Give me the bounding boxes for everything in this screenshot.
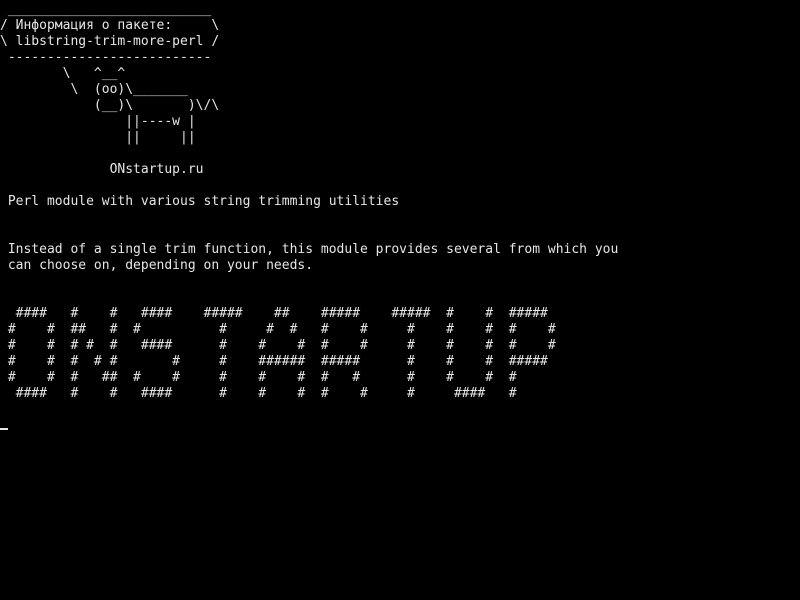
ascii-banner-row: #### # # #### ##### ## ##### ##### # # #… xyxy=(0,306,548,321)
ascii-banner-row: # # # # # # # ###### ##### # # # ##### xyxy=(0,354,548,369)
ascii-banner-row: #### # # #### # # # # # # #### # xyxy=(0,386,517,401)
ascii-banner-row: # # ## # # # # # # # # # # # # xyxy=(0,322,556,337)
package-description-line: Instead of a single trim function, this … xyxy=(0,242,619,257)
package-summary: Perl module with various string trimming… xyxy=(0,194,400,209)
speech-bubble-title: / Информация о пакете: \ xyxy=(0,18,220,33)
ascii-banner-row: # # # ## # # # # # # # # # # # xyxy=(0,370,517,385)
ascii-cow-line: ||----w | xyxy=(0,114,196,129)
terminal-screen[interactable]: __________________________ / Информация … xyxy=(0,0,800,600)
speech-bubble-top: __________________________ xyxy=(0,2,212,17)
site-credit: ONstartup.ru xyxy=(0,162,204,177)
speech-bubble-package: \ libstring-trim-more-perl / xyxy=(0,34,220,49)
ascii-cow-line: \ (oo)\_______ xyxy=(0,82,188,97)
ascii-cow-line: \ ^__^ xyxy=(0,66,126,81)
ascii-cow-line: || || xyxy=(0,130,196,145)
package-description-line: can choose on, depending on your needs. xyxy=(0,258,314,273)
ascii-banner-row: # # # # # #### # # # # # # # # # # xyxy=(0,338,556,353)
text-cursor xyxy=(0,428,8,430)
speech-bubble-bottom: -------------------------- xyxy=(0,50,212,65)
ascii-cow-line: (__)\ )\/\ xyxy=(0,98,220,113)
